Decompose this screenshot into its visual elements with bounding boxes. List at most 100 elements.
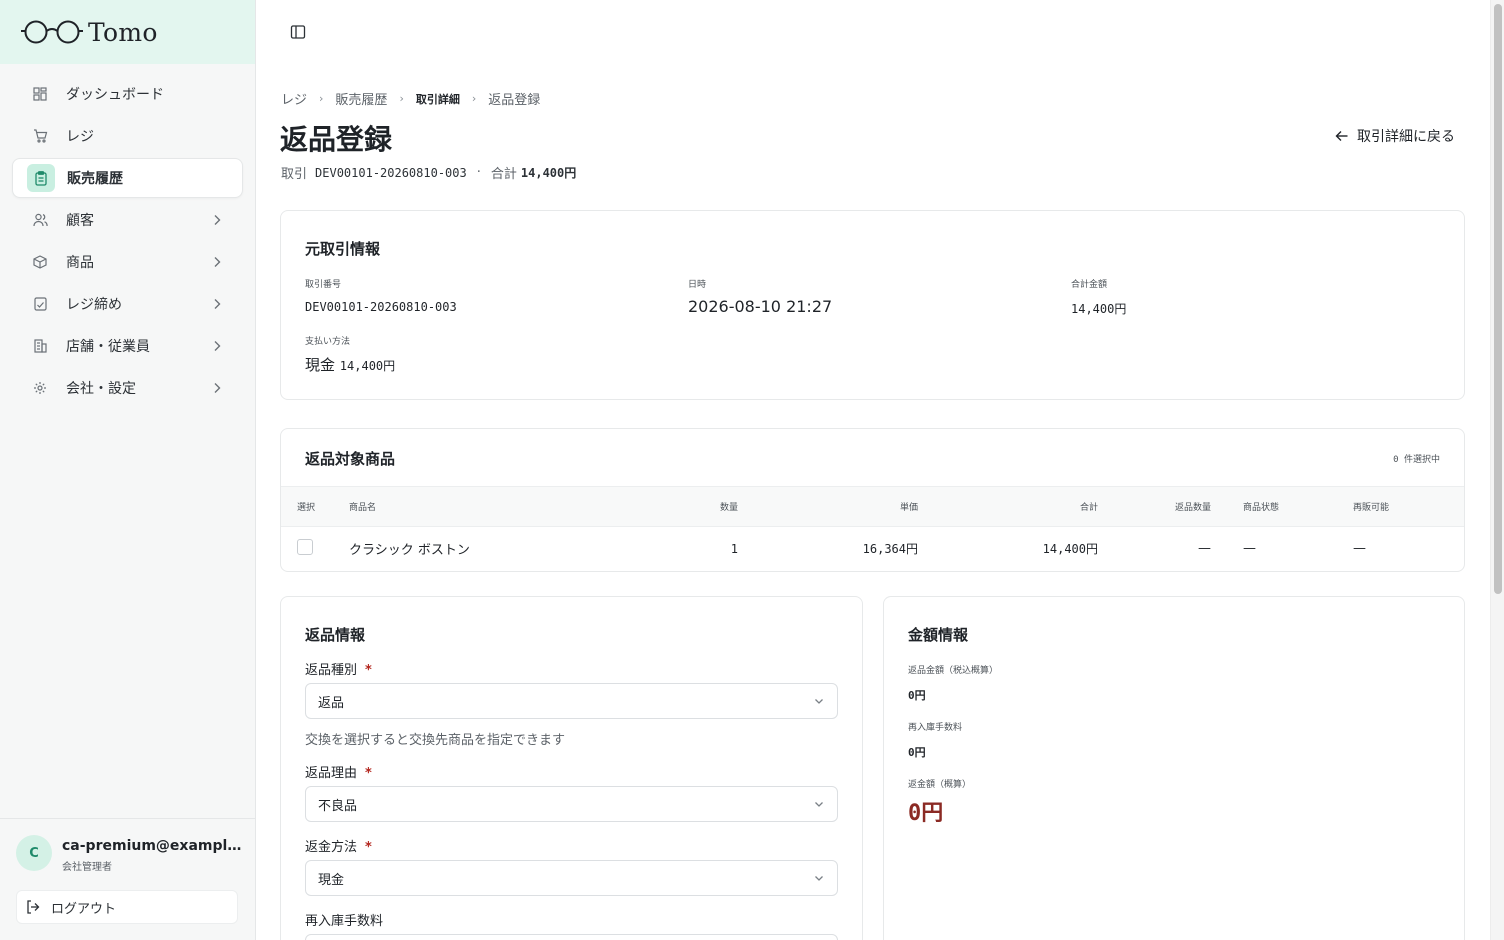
- payment-method: 現金: [305, 356, 336, 374]
- refund-method-value: 現金: [318, 872, 345, 888]
- sidebar-item-label: 会社・設定: [66, 381, 136, 397]
- sidebar-item-label: 顧客: [66, 213, 94, 229]
- col-header-total: 合計: [918, 486, 1098, 527]
- card-title: 返品対象商品: [305, 450, 396, 468]
- row-unit-price: 16,364円: [862, 542, 918, 557]
- arrow-left-icon: [1335, 131, 1348, 141]
- col-header-return-qty: 返品数量: [1098, 486, 1211, 527]
- return-type-label: 返品種別 *: [305, 659, 372, 678]
- gear-icon: [32, 380, 48, 396]
- chevron-right-icon: [214, 341, 221, 351]
- logout-button[interactable]: ログアウト: [16, 890, 238, 924]
- return-type-select[interactable]: 返品: [305, 683, 838, 719]
- cart-icon: [32, 128, 48, 144]
- sidebar-item-label: レジ締め: [66, 297, 122, 313]
- row-qty: 1: [730, 541, 738, 556]
- breadcrumb-item-sales-history[interactable]: 販売履歴: [335, 89, 387, 108]
- sidebar-item-customers[interactable]: 顧客: [12, 200, 243, 240]
- refund-label: 返金額（概算）: [908, 780, 972, 790]
- total-label: 合計: [490, 167, 517, 182]
- back-label: 取引詳細に戻る: [1357, 129, 1455, 145]
- main-content: レジ › 販売履歴 › 取引詳細 › 返品登録 返品登録 取引 DEV00101…: [256, 0, 1490, 940]
- return-amount-label: 返品金額（税込概算）: [908, 666, 999, 676]
- col-header-unit-price: 単価: [738, 486, 918, 527]
- glasses-logo-icon: [21, 20, 83, 44]
- back-to-detail-link[interactable]: 取引詳細に戻る: [1335, 126, 1455, 146]
- refund-method-label-text: 返金方法: [305, 840, 358, 855]
- dashboard-icon: [32, 86, 48, 102]
- card-title: 元取引情報: [305, 240, 381, 258]
- breadcrumb-separator-icon: ›: [471, 92, 477, 105]
- return-type-value: 返品: [318, 695, 345, 711]
- table-header-row: 選択 商品名 数量 単価 合計 返品数量 商品状態 再販可能: [281, 486, 1464, 527]
- txn-no-label: 取引番号: [305, 280, 342, 290]
- sidebar-item-stores-staff[interactable]: 店舗・従業員: [12, 326, 243, 366]
- row-product-name: クラシック ボストン: [349, 543, 470, 559]
- return-reason-label-text: 返品理由: [305, 766, 358, 781]
- transaction-summary: 取引 DEV00101-20260810-003 · 合計 14,400円: [281, 163, 576, 182]
- breadcrumb: レジ › 販売履歴 › 取引詳細 › 返品登録: [281, 89, 540, 108]
- restock-fee-value: 0円: [908, 746, 926, 759]
- logout-label: ログアウト: [51, 901, 117, 917]
- table-row: クラシック ボストン 1 16,364円 14,400円 — — —: [281, 527, 1464, 571]
- sidebar-item-label: 店舗・従業員: [66, 339, 150, 355]
- payment-amount: 14,400円: [339, 359, 396, 373]
- restock-fee-label: 再入庫手数料: [305, 914, 384, 929]
- user-email: ca-premium@example.com: [62, 838, 242, 854]
- return-reason-label: 返品理由 *: [305, 762, 372, 781]
- chevron-right-icon: [214, 383, 221, 393]
- breadcrumb-item-transaction-detail[interactable]: 取引詳細: [416, 91, 460, 107]
- avatar: C: [16, 835, 52, 871]
- required-mark: *: [365, 840, 372, 855]
- return-reason-value: 不良品: [318, 798, 358, 814]
- chevron-down-icon: [815, 876, 823, 881]
- chevron-down-icon: [815, 802, 823, 807]
- scrollbar-thumb[interactable]: [1494, 4, 1502, 594]
- logo[interactable]: Tomo: [0, 0, 255, 64]
- col-header-resellable: 再販可能: [1353, 486, 1464, 527]
- payment-value: 現金 14,400円: [305, 354, 395, 375]
- return-amount-value: 0円: [908, 689, 926, 702]
- return-info-card: 返品情報 返品種別 * 返品 交換を選択すると交換先商品を指定できます 返品理由 *…: [280, 596, 863, 940]
- sidebar-item-register-closing[interactable]: レジ締め: [12, 284, 243, 324]
- sidebar-toggle-icon[interactable]: [290, 24, 306, 40]
- refund-value: 0円: [908, 801, 944, 826]
- sidebar-item-products[interactable]: 商品: [12, 242, 243, 282]
- chevron-down-icon: [815, 699, 823, 704]
- amount-value: 14,400円: [1071, 302, 1127, 316]
- payment-label: 支払い方法: [305, 337, 351, 347]
- page-title: 返品登録: [280, 123, 393, 156]
- card-title: 金額情報: [908, 626, 969, 644]
- datetime-value: 2026-08-10 21:27: [688, 297, 833, 316]
- items-table: 選択 商品名 数量 単価 合計 返品数量 商品状態 再販可能 クラシック ボスト…: [281, 486, 1464, 571]
- refund-method-select[interactable]: 現金: [305, 860, 838, 896]
- sidebar-item-dashboard[interactable]: ダッシュボード: [12, 74, 243, 114]
- building-icon: [32, 338, 48, 354]
- checklist-icon: [32, 296, 48, 312]
- sidebar-nav: ダッシュボード レジ 販売履歴 顧客 商品 レジ締め 店舗・従業員 会社・設定: [0, 64, 255, 408]
- row-checkbox[interactable]: [297, 538, 313, 555]
- sidebar-item-register[interactable]: レジ: [12, 116, 243, 156]
- logo-text: Tomo: [88, 17, 158, 47]
- card-title: 返品情報: [305, 626, 366, 644]
- breadcrumb-separator-icon: ›: [319, 92, 324, 105]
- breadcrumb-separator-icon: ›: [399, 92, 404, 105]
- clipboard-icon: [27, 164, 55, 192]
- return-type-label-text: 返品種別: [305, 663, 358, 678]
- amount-label: 合計金額: [1071, 280, 1108, 290]
- sidebar-item-company-settings[interactable]: 会社・設定: [12, 368, 243, 408]
- breadcrumb-item-current: 返品登録: [488, 93, 541, 108]
- row-total: 14,400円: [1042, 542, 1098, 557]
- restock-fee-label: 再入庫手数料: [908, 723, 963, 733]
- sidebar-item-label: ダッシュボード: [66, 87, 164, 103]
- col-header-select: 選択: [281, 486, 349, 527]
- restock-fee-input[interactable]: [305, 934, 838, 940]
- user-role: 会社管理者: [62, 862, 112, 873]
- breadcrumb-item-register[interactable]: レジ: [281, 89, 307, 108]
- col-header-condition: 商品状態: [1211, 486, 1353, 527]
- return-reason-select[interactable]: 不良品: [305, 786, 838, 822]
- page-scrollbar[interactable]: [1490, 0, 1504, 940]
- sidebar-item-sales-history[interactable]: 販売履歴: [12, 158, 243, 198]
- required-mark: *: [365, 663, 372, 678]
- chevron-right-icon: [214, 215, 221, 225]
